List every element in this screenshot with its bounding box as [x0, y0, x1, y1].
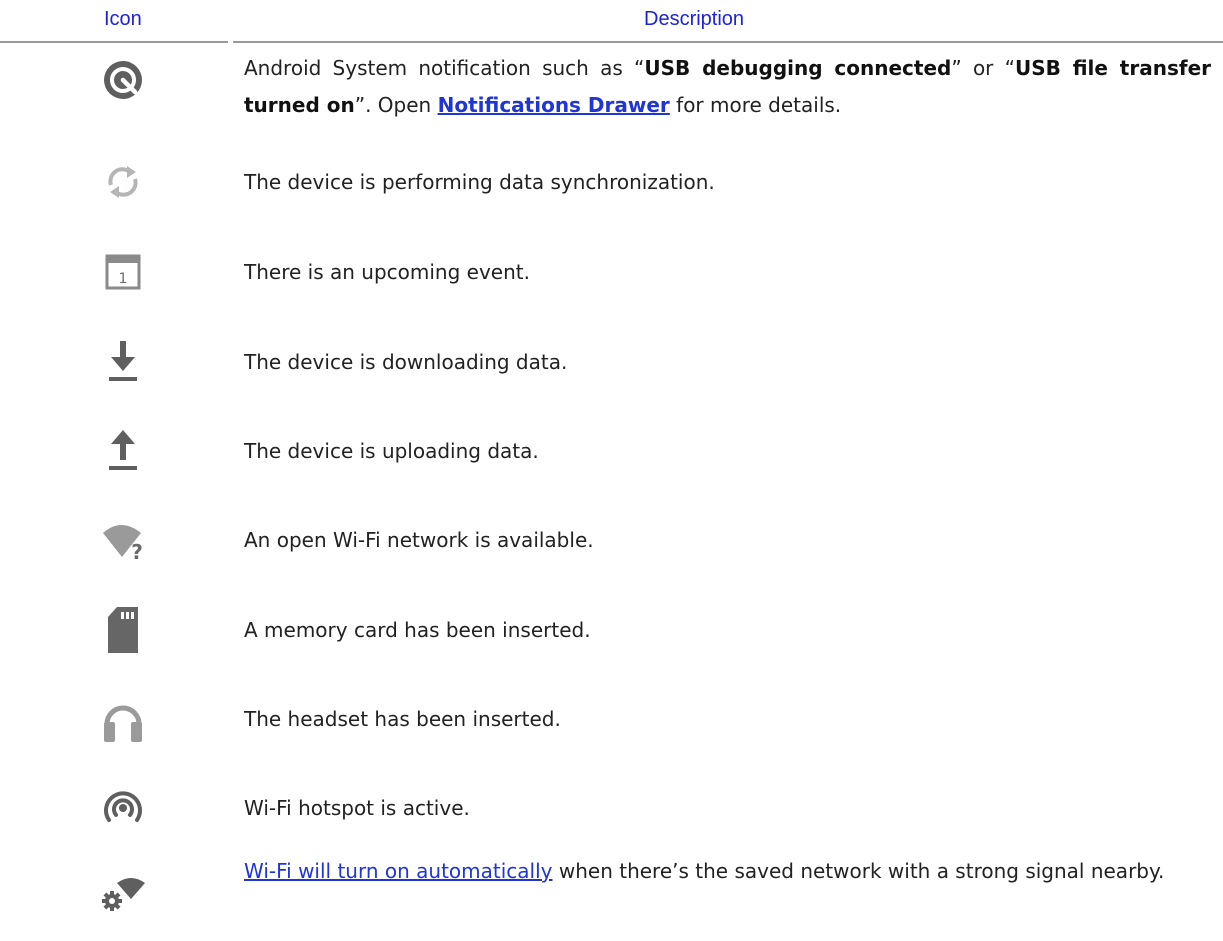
row-description: An open Wi-Fi network is available.	[244, 528, 594, 552]
usb-debugging-text: USB debugging connected	[644, 56, 952, 80]
download-icon	[78, 332, 168, 392]
row-description: The device is uploading data.	[244, 439, 539, 463]
upload-icon	[78, 421, 168, 481]
table-header: Icon Description	[0, 0, 1223, 44]
wifi-hotspot-icon	[78, 778, 168, 838]
sync-icon	[78, 152, 168, 212]
row-description: Wi-Fi will turn on automatically when th…	[244, 859, 1165, 883]
notifications-drawer-link[interactable]: Notifications Drawer	[438, 93, 670, 117]
icon-column-header: Icon	[104, 8, 142, 30]
description-column-header: Description	[644, 8, 745, 30]
row-description: The device is performing data synchroniz…	[244, 170, 715, 194]
memory-card-icon	[78, 600, 168, 660]
wifi-auto-on-icon	[78, 863, 168, 923]
android-system-notification-icon	[78, 50, 168, 110]
row-description: The headset has been inserted.	[244, 707, 561, 731]
row-description: Android System notification such as “USB…	[244, 56, 1212, 117]
row-description: Wi-Fi hotspot is active.	[244, 796, 470, 820]
headset-icon	[78, 689, 168, 749]
row-description: The device is downloading data.	[244, 350, 568, 374]
row-description: There is an upcoming event.	[244, 260, 530, 284]
calendar-event-icon: 1	[78, 242, 168, 302]
question-mark-glyph: ?	[131, 540, 143, 561]
header-divider-left	[0, 41, 228, 43]
calendar-day-number: 1	[119, 271, 128, 287]
row-description: A memory card has been inserted.	[244, 618, 591, 642]
open-wifi-icon: ?	[78, 510, 168, 570]
wifi-auto-on-link[interactable]: Wi-Fi will turn on automatically	[244, 859, 553, 883]
header-divider-right	[233, 41, 1223, 43]
